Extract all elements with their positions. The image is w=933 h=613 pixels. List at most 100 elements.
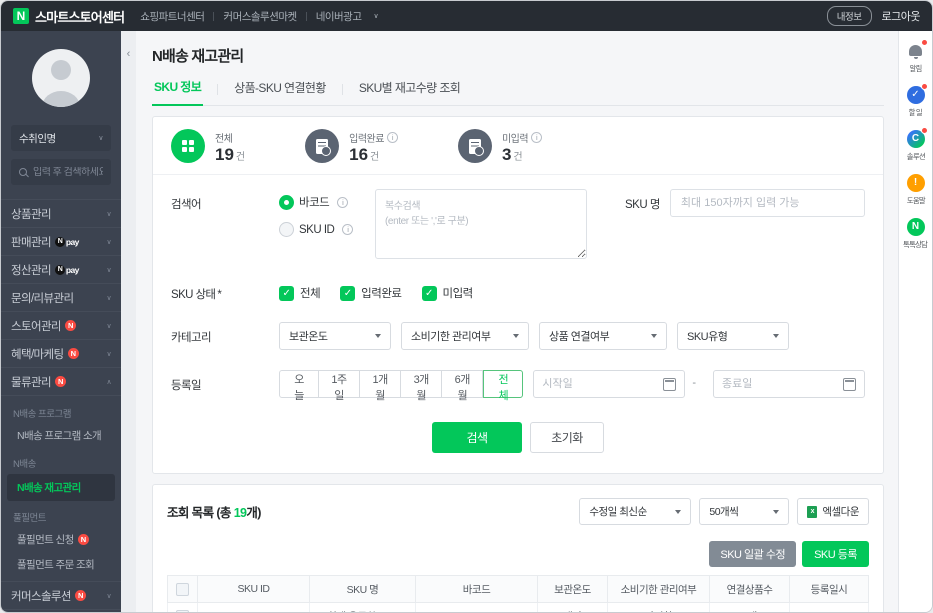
rail-item-todo[interactable]: ✓ 할 일 <box>906 83 928 118</box>
sidebar-item-commerce-solution[interactable]: 커머스솔루션 ∨ <box>1 581 121 609</box>
chevron-down-icon: ∨ <box>106 238 111 246</box>
my-info-button[interactable]: 내정보 <box>826 6 872 26</box>
tab-sku-stock-lookup[interactable]: SKU별 재고수량 조회 <box>357 79 462 105</box>
select-expiry-mgmt[interactable]: 소비기한 관리여부 <box>401 322 529 350</box>
sidebar-item-fulfillment-orders[interactable]: 풀필먼트 주문 조회 <box>1 552 121 577</box>
sku-bulk-edit-button[interactable]: SKU 일괄 수정 <box>709 541 797 567</box>
range-6month-button[interactable]: 6개월 <box>442 370 484 402</box>
new-badge <box>64 320 76 331</box>
calendar-icon[interactable] <box>663 377 677 391</box>
sku-register-button[interactable]: SKU 등록 <box>802 541 869 567</box>
end-date-input[interactable] <box>722 378 843 390</box>
select-product-link[interactable]: 상품 연결여부 <box>539 322 667 350</box>
top-right: 내정보 로그아웃 <box>826 6 921 26</box>
sidebar-item-inquiry-review[interactable]: 문의/리뷰관리 ∨ <box>1 283 121 311</box>
required-star: * <box>217 289 222 301</box>
rail-item-help[interactable]: ! 도움말 <box>906 173 926 206</box>
sidebar-item-logistics-mgmt[interactable]: 물류관리 ∧ <box>1 367 121 395</box>
sidebar-item-data-analysis[interactable]: 데이터분석 ∨ <box>1 609 121 612</box>
sku-name-input[interactable] <box>669 189 865 217</box>
divider <box>217 84 219 95</box>
rail-item-solution[interactable]: C 솔루션 <box>906 127 928 162</box>
checkbox-not-entered[interactable]: 미입력 <box>421 285 473 301</box>
recipient-select[interactable]: 수취인명 ∨ <box>11 125 111 151</box>
info-icon[interactable] <box>342 224 354 235</box>
sidebar-search[interactable] <box>11 159 111 185</box>
notification-badge <box>921 39 928 46</box>
col-expiry-mgmt: 소비기한 관리여부 <box>607 575 710 603</box>
sidebar-item-benefit-marketing[interactable]: 혜택/마케팅 ∨ <box>1 339 121 367</box>
stat-total: 전체 19 건 <box>171 129 245 163</box>
brand-title[interactable]: 스마트스토어센터 <box>35 7 125 26</box>
sidebar-item-product-mgmt[interactable]: 상품관리 ∨ <box>1 199 121 227</box>
col-barcode: 바코드 <box>415 575 538 603</box>
sidebar-item-settlement-mgmt[interactable]: 정산관리 ∨ <box>1 255 121 283</box>
info-icon[interactable] <box>337 196 349 208</box>
select-storage-temp[interactable]: 보관온도 <box>279 322 391 350</box>
row-checkbox[interactable] <box>176 610 189 612</box>
sidebar-item-ndelivery-inventory[interactable]: N배송 재고관리 <box>7 474 115 501</box>
top-link-commerce-solution[interactable]: 커머스솔루션마켓 <box>223 9 297 24</box>
info-icon[interactable] <box>386 131 398 143</box>
calendar-icon[interactable] <box>843 377 856 391</box>
results-card: 조회 목록 (총 19개) 수정일 최신순 50개씩 엑셀다운 SKU 일괄 수… <box>152 484 884 612</box>
main-content: N배송 재고관리 SKU 정보 상품-SKU 연결현황 SKU별 재고수량 조회… <box>136 31 898 612</box>
chevron-down-icon <box>675 509 682 514</box>
rail-item-notifications[interactable]: 알림 <box>906 39 928 74</box>
info-icon[interactable] <box>531 131 543 143</box>
naver-logo-icon[interactable]: N <box>13 8 29 24</box>
table-row: NS1txyHJuvUGSw 흰색 운동화_230 NB1txyHJBUyRBZ… <box>167 602 869 612</box>
notification-badge <box>921 127 928 134</box>
checked-icon <box>340 285 356 301</box>
right-icon-rail: 알림 ✓ 할 일 C 솔루션 ! 도움말 N 톡톡상담 <box>898 31 932 612</box>
rail-item-talk[interactable]: N 톡톡상담 <box>902 217 928 250</box>
grid-icon <box>171 129 205 163</box>
radio-sku-id[interactable]: SKU ID <box>279 222 375 237</box>
excel-download-button[interactable]: 엑셀다운 <box>797 498 869 525</box>
divider <box>305 11 307 21</box>
sidebar-search-input[interactable] <box>33 166 103 178</box>
col-sku-id: SKU ID <box>197 575 310 603</box>
sidebar-item-fulfillment-apply[interactable]: 풀필먼트 신청 <box>1 527 121 552</box>
col-storage-temp: 보관온도 <box>537 575 608 603</box>
end-date-field[interactable] <box>713 370 865 398</box>
select-all-checkbox[interactable] <box>176 582 189 596</box>
radio-barcode[interactable]: 바코드 <box>279 194 375 210</box>
start-date-field[interactable] <box>533 370 686 398</box>
checkbox-entered[interactable]: 입력완료 <box>340 285 402 301</box>
checkbox-all[interactable]: 전체 <box>279 285 321 301</box>
logout-button[interactable]: 로그아웃 <box>882 8 921 24</box>
radio-dot-icon <box>279 194 294 210</box>
reset-button[interactable]: 초기화 <box>530 422 604 453</box>
status-row: SKU 상태* 전체 입력완료 미입력 <box>171 269 865 312</box>
start-date-input[interactable] <box>542 378 664 390</box>
sidebar-item-ndelivery-intro[interactable]: N배송 프로그램 소개 <box>1 423 121 448</box>
sidebar-menu: 상품관리 ∨ 판매관리 ∨ 정산관리 ∨ 문의/리뷰관리 ∨ <box>1 199 121 612</box>
sort-select[interactable]: 수정일 최신순 <box>579 498 692 525</box>
chevron-down-icon <box>513 334 519 338</box>
page-size-select[interactable]: 50개씩 <box>699 498 790 525</box>
results-table: SKU ID SKU 명 바코드 보관온도 소비기한 관리여부 연결상품수 등록… <box>167 575 869 612</box>
range-today-button[interactable]: 오늘 <box>279 370 319 402</box>
tab-bar: SKU 정보 상품-SKU 연결현황 SKU별 재고수량 조회 <box>152 78 884 106</box>
range-1month-button[interactable]: 1개월 <box>360 370 402 402</box>
top-link-naver-ad[interactable]: 네이버광고 <box>316 9 362 24</box>
search-button[interactable]: 검색 <box>432 422 522 453</box>
range-3month-button[interactable]: 3개월 <box>401 370 443 402</box>
top-link-shopping-partner[interactable]: 쇼핑파트너센터 <box>140 9 205 24</box>
date-dash: - <box>692 377 696 389</box>
npay-badge <box>55 237 79 247</box>
range-all-button[interactable]: 전체 <box>483 370 524 402</box>
multi-search-textarea[interactable] <box>375 189 587 259</box>
tab-product-sku-link[interactable]: 상품-SKU 연결현황 <box>232 79 328 105</box>
chevron-down-icon: ∨ <box>106 210 111 218</box>
select-sku-type[interactable]: SKU유형 <box>677 322 789 350</box>
tab-sku-info[interactable]: SKU 정보 <box>152 78 204 106</box>
sidebar-collapse-button[interactable]: ‹ <box>121 43 136 65</box>
chevron-up-icon: ∧ <box>106 378 111 386</box>
avatar[interactable] <box>1 31 121 123</box>
range-1week-button[interactable]: 1주일 <box>319 370 361 402</box>
sku-id-link[interactable]: NS1txyHJuvUGSw <box>197 602 310 612</box>
sidebar-item-store-mgmt[interactable]: 스토어관리 ∨ <box>1 311 121 339</box>
sidebar-item-sales-mgmt[interactable]: 판매관리 ∨ <box>1 227 121 255</box>
